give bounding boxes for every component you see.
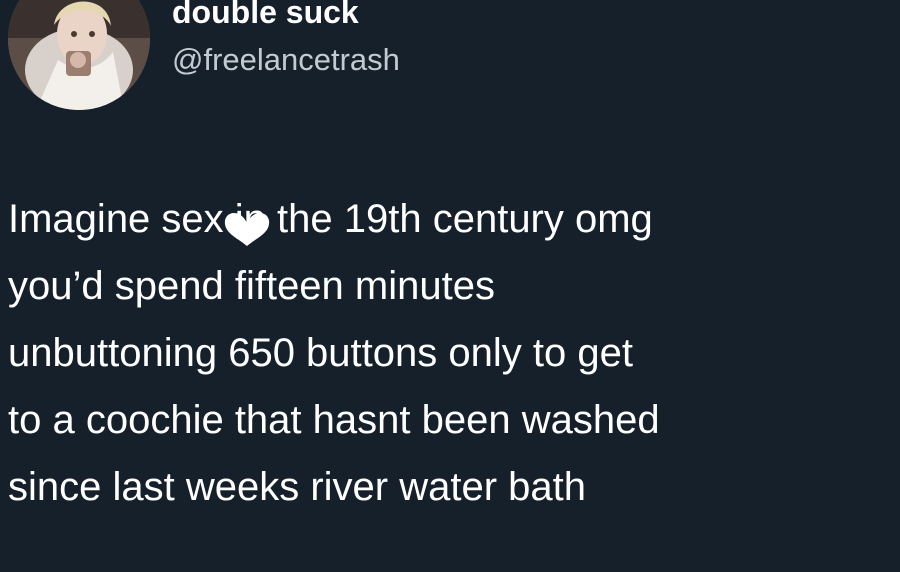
tweet-line: since last weeks river water bath: [8, 465, 587, 509]
user-handle[interactable]: @freelancetrash: [172, 40, 400, 80]
display-name[interactable]: double suck: [172, 0, 359, 32]
tweet-line: unbuttoning 650 buttons only to get: [8, 331, 633, 375]
tweet-text: Imagine sex in the 19th century omg you’…: [8, 186, 894, 521]
tweet-line: you’d spend fifteen minutes: [8, 264, 495, 308]
tweet-card: double suck @freelancetrash Imagine sex …: [0, 0, 900, 572]
heart-cursor-icon: [224, 213, 270, 246]
tweet-line: to a coochie that hasnt been washed: [8, 398, 660, 442]
tweet-line: Imagine sex in the 19th century omg: [8, 197, 653, 241]
profile-photo-icon: [8, 0, 150, 110]
avatar[interactable]: [8, 0, 150, 110]
